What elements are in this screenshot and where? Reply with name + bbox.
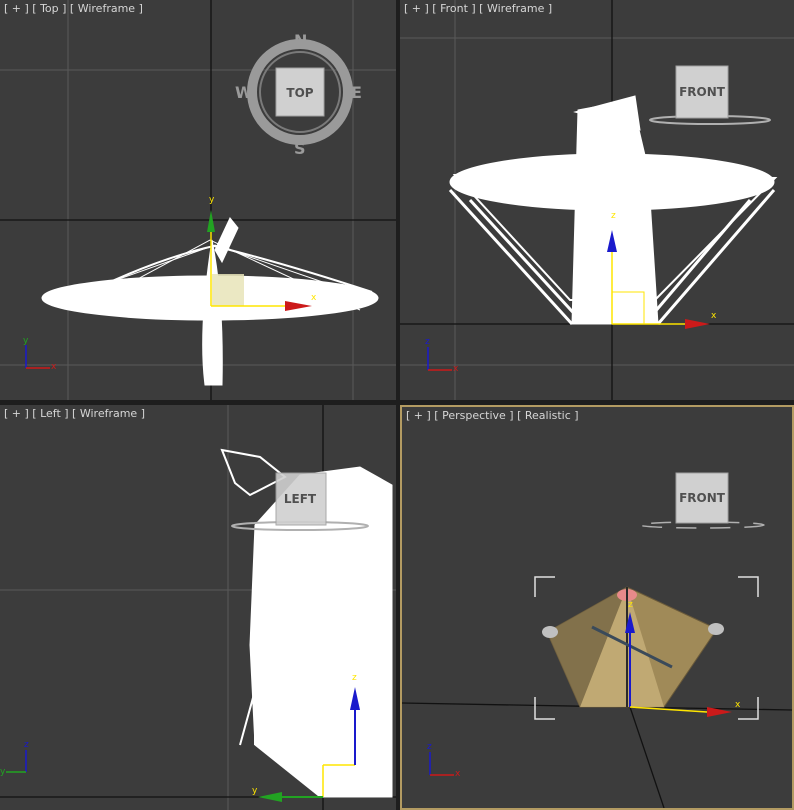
viewcube[interactable]: LEFT [275, 472, 327, 526]
viewport-label-top[interactable]: [ + ] [ Top ] [ Wireframe ] [4, 2, 143, 15]
viewcube-label-front: FRONT [679, 85, 726, 99]
top-viewport-canvas[interactable]: y x y x N S E W TOP [0, 0, 396, 400]
compass-w: W [235, 83, 253, 102]
left-viewport-canvas[interactable]: LEFT z y z y [0, 405, 396, 810]
gizmo-z-label: z [628, 600, 633, 610]
viewport-left[interactable]: [ + ] [ Left ] [ Wireframe ] LEFT z y z … [0, 405, 396, 810]
mini-axis-tripod: z x [427, 742, 461, 779]
gizmo-y-label: y [209, 195, 215, 205]
gizmo-y-label: y [252, 786, 258, 796]
viewcube-label-left: LEFT [284, 492, 317, 506]
rendered-object[interactable] [542, 586, 724, 708]
mini-axis-z: z [427, 742, 432, 752]
viewport-label-left[interactable]: [ + ] [ Left ] [ Wireframe ] [4, 407, 145, 420]
mini-axis-x: x [453, 364, 459, 374]
viewport-top[interactable]: [ + ] [ Top ] [ Wireframe ] y x y x N S … [0, 0, 396, 400]
gizmo-x-arrow[interactable] [685, 319, 710, 329]
mini-axis-x: x [51, 362, 57, 372]
mini-axis-x: x [455, 769, 461, 779]
world-axes [402, 702, 792, 808]
mini-axis-z: z [425, 337, 430, 347]
compass-e: E [351, 83, 362, 102]
viewcube[interactable]: FRONT [675, 472, 729, 524]
mini-axis-tripod: y x [23, 336, 57, 372]
viewport-label-perspective[interactable]: [ + ] [ Perspective ] [ Realistic ] [406, 409, 579, 422]
perspective-viewport-canvas[interactable]: z x z x FRONT [402, 407, 792, 808]
wireframe-object[interactable] [41, 217, 379, 386]
mini-axis-z: z [24, 740, 29, 750]
viewport-front[interactable]: [ + ] [ Front ] [ Wireframe ] z x z x FR… [400, 0, 794, 400]
viewport-grid: [ + ] [ Top ] [ Wireframe ] y x y x N S … [0, 0, 794, 810]
gizmo-x-label: x [735, 700, 741, 710]
viewport-label-front[interactable]: [ + ] [ Front ] [ Wireframe ] [404, 2, 552, 15]
mini-axis-tripod: z x [425, 337, 459, 374]
gizmo-y-arrow[interactable] [258, 792, 282, 802]
gizmo-z-label: z [352, 673, 357, 683]
mini-axis-y: y [23, 336, 29, 346]
mini-axis-tripod: z y [0, 740, 29, 777]
compass-n: N [294, 31, 307, 50]
gizmo-plane-handle[interactable] [212, 274, 244, 306]
mini-axis-y: y [0, 767, 6, 777]
viewcube[interactable]: FRONT [675, 65, 729, 119]
gizmo-y-arrow[interactable] [207, 210, 215, 232]
gizmo-z-label: z [611, 211, 616, 221]
front-viewport-canvas[interactable]: z x z x FRONT [400, 0, 794, 400]
viewcube-label-perspective: FRONT [679, 491, 726, 505]
gizmo-x-label: x [711, 311, 717, 321]
compass-s: S [294, 139, 306, 158]
viewcube-label-top: TOP [286, 86, 313, 100]
viewport-perspective[interactable]: [ + ] [ Perspective ] [ Realistic ] z x … [400, 405, 794, 810]
gizmo-x-label: x [311, 293, 317, 303]
viewcube-compass[interactable]: N S E W TOP [235, 31, 362, 158]
